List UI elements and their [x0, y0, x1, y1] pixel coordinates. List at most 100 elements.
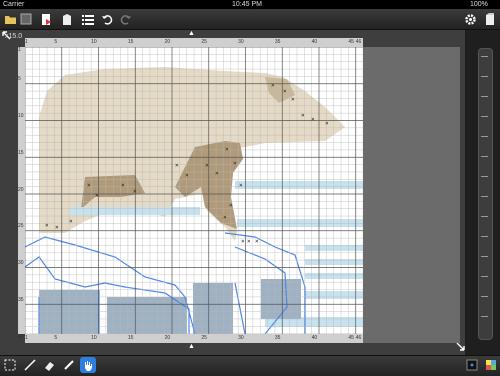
stitch-symbol: ×	[301, 112, 305, 119]
battery-level: 100%	[470, 1, 488, 8]
water-stripe-6	[305, 273, 363, 279]
settings-icon[interactable]	[462, 11, 478, 27]
ruler-tick: 35	[274, 335, 281, 341]
undo-icon[interactable]	[99, 11, 115, 27]
ruler-tick: 10	[91, 335, 97, 341]
slider-mark	[481, 156, 488, 157]
carrier-label: Carrier	[3, 1, 25, 8]
stitch-symbol: ×	[291, 96, 295, 103]
stitch-symbol: ×	[185, 172, 189, 179]
export-icon[interactable]	[38, 11, 54, 27]
stitch-symbol: ×	[283, 88, 287, 95]
slider-mark	[481, 196, 488, 197]
select-tool-icon[interactable]	[2, 357, 18, 373]
slider-mark	[481, 56, 488, 57]
stitch-symbol: ×	[69, 218, 73, 225]
slider-mark	[481, 216, 488, 217]
share-icon[interactable]	[482, 11, 498, 27]
ruler-tick: 25	[18, 223, 24, 230]
eraser-tool-icon[interactable]	[41, 357, 57, 373]
ruler-tick: 1	[18, 47, 21, 53]
top-ruler: 1 5 10 15 20 25 30 35 40 45 46	[25, 38, 363, 47]
palette-icon[interactable]	[483, 357, 499, 373]
ruler-tick: 40	[18, 333, 24, 340]
ice-block-4	[261, 279, 301, 319]
stitch-symbol: ×	[229, 202, 233, 209]
stitch-symbol: ×	[55, 224, 59, 231]
slider-mark	[481, 136, 488, 137]
ruler-tick: 5	[54, 335, 58, 341]
save-icon[interactable]	[18, 11, 34, 27]
water-stripe-3	[237, 219, 363, 227]
ruler-tick: 40	[311, 335, 318, 341]
slider-mark	[481, 116, 488, 117]
ruler-tick: 20	[18, 186, 24, 193]
water-stripe-4	[305, 245, 363, 251]
ruler-tick: 45	[348, 39, 354, 45]
stitch-symbol: ×	[225, 146, 229, 153]
stitch-symbol: ×	[255, 238, 259, 245]
scroll-up-arrow-icon[interactable]: ▲	[188, 30, 195, 37]
stitch-symbol: ×	[175, 162, 179, 169]
ruler-tick: 15	[127, 39, 134, 45]
ruler-tick: 1	[25, 335, 28, 341]
stitch-symbol: ×	[45, 222, 49, 229]
stitch-symbol: ×	[121, 182, 125, 189]
stitch-symbol: ×	[205, 162, 209, 169]
ruler-tick: 30	[18, 260, 24, 267]
list-icon[interactable]	[80, 11, 96, 27]
stitch-symbol: ×	[247, 238, 251, 245]
outside-pattern-area	[363, 47, 460, 343]
redo-icon[interactable]	[118, 11, 134, 27]
ruler-tick: 46	[355, 39, 362, 45]
status-bar: Carrier 10:45 PM 100%	[0, 0, 500, 9]
top-toolbar	[0, 9, 500, 30]
ruler-tick: 25	[201, 335, 207, 341]
hand-tool-icon[interactable]	[80, 357, 96, 373]
stitch-symbol: ×	[87, 182, 91, 189]
slider-mark	[481, 256, 488, 257]
ruler-tick: 35	[18, 296, 24, 303]
ruler-tick: 30	[238, 39, 244, 45]
stitch-symbol: ×	[239, 182, 243, 189]
slider-mark	[481, 296, 488, 297]
ruler-tick: 1	[25, 39, 28, 45]
ruler-tick: 46	[355, 335, 362, 341]
ruler-tick: 30	[238, 335, 244, 341]
stitch-symbol: ×	[311, 116, 315, 123]
color-swatch-icon[interactable]	[464, 357, 480, 373]
ruler-tick: 5	[54, 39, 58, 45]
stitch-symbol: ×	[223, 214, 227, 221]
bookmark-icon[interactable]	[59, 11, 75, 27]
needle-tool-icon[interactable]	[22, 357, 38, 373]
slider-mark	[481, 176, 488, 177]
stitch-grid[interactable]: ×××××××××××××××××××× × ×× ××	[25, 47, 363, 334]
ruler-tick: 35	[274, 39, 281, 45]
scroll-down-arrow-icon[interactable]: ▲	[188, 343, 195, 350]
ruler-tick: 15	[18, 149, 24, 156]
slider-mark	[481, 236, 488, 237]
stitch-symbol: ×	[215, 170, 219, 177]
water-stripe-1	[235, 181, 363, 189]
slider-mark	[481, 316, 488, 317]
stitch-symbol: ×	[233, 160, 237, 167]
bottom-ruler: 1 5 10 15 20 25 30 35 40 45 46	[25, 334, 363, 343]
ruler-tick: 20	[164, 39, 171, 45]
water-stripe-5	[305, 259, 363, 265]
ruler-tick: 10	[18, 113, 24, 120]
brush-tool-icon[interactable]	[61, 357, 77, 373]
stitch-symbol: ×	[133, 188, 137, 195]
ice-block-2	[107, 297, 187, 334]
ruler-tick: 40	[311, 39, 318, 45]
ruler-tick: 10	[91, 39, 97, 45]
slider-mark	[481, 96, 488, 97]
folder-icon[interactable]	[2, 11, 18, 27]
left-ruler: 151015202530354045	[18, 47, 25, 376]
ruler-tick: 25	[201, 39, 207, 45]
ruler-tick: 45	[348, 335, 354, 341]
clock: 10:45 PM	[232, 1, 262, 8]
ruler-tick: 20	[164, 335, 171, 341]
slider-mark	[481, 276, 488, 277]
stitch-symbol: ×	[325, 120, 329, 127]
stitch-symbol: ×	[95, 192, 99, 199]
